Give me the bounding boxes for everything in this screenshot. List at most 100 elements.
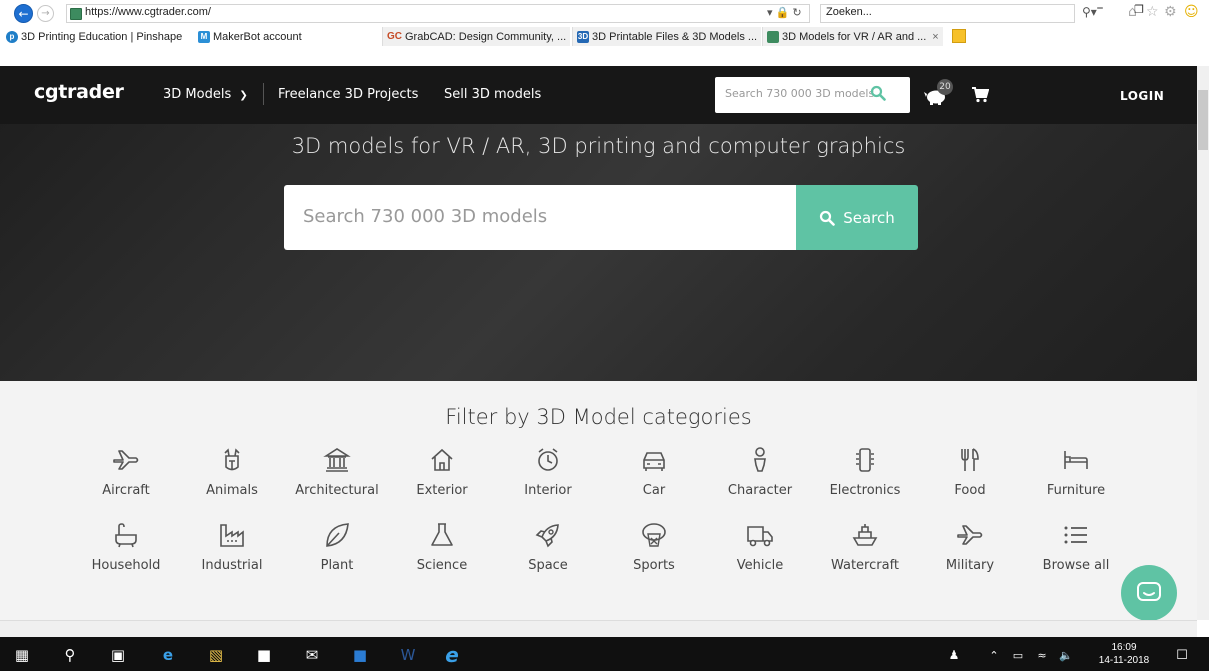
refresh-icon[interactable]: ↻ xyxy=(792,7,801,19)
url-field[interactable]: https://www.cgtrader.com/ ▾ 🔒 ↻ xyxy=(66,4,810,23)
hero: cgtrader 3D Models ❯ Freelance 3D Projec… xyxy=(0,66,1197,381)
back-button[interactable]: ← xyxy=(14,4,33,23)
space-icon xyxy=(535,524,559,548)
category-interior[interactable]: Interior xyxy=(498,445,598,498)
logo[interactable]: cgtrader xyxy=(34,81,124,103)
windows-start-icon[interactable]: ▦ xyxy=(12,645,32,665)
tab-printable-files[interactable]: 3D 3D Printable Files & 3D Models ... xyxy=(572,27,762,46)
people-icon[interactable]: ♟ xyxy=(944,645,964,665)
tab-cgtrader[interactable]: 3D Models for VR / AR and ... × xyxy=(762,27,943,46)
character-icon xyxy=(754,447,766,472)
chevron-up-icon[interactable]: ⌃ xyxy=(984,645,1004,665)
category-label: Watercraft xyxy=(830,558,900,573)
category-furniture[interactable]: Furniture xyxy=(1026,445,1126,498)
smiley-icon[interactable]: ☺ xyxy=(1184,4,1199,20)
internet-explorer-icon[interactable]: e xyxy=(442,643,462,667)
browser-chrome: ← → https://www.cgtrader.com/ ▾ 🔒 ↻ Zoek… xyxy=(0,0,1209,46)
category-household[interactable]: Household xyxy=(76,520,176,573)
gear-icon[interactable]: ⚙ xyxy=(1164,4,1177,20)
edge-icon[interactable]: e xyxy=(158,645,178,665)
search-icon[interactable]: ⚲ xyxy=(60,645,80,665)
clock[interactable]: 16:09 14-11-2018 xyxy=(1096,641,1152,667)
category-food[interactable]: Food xyxy=(920,445,1020,498)
browser-search-input[interactable]: Zoeken... xyxy=(820,4,1075,23)
sports-icon xyxy=(642,523,666,547)
category-industrial[interactable]: Industrial xyxy=(182,520,282,573)
scrollbar-thumb[interactable] xyxy=(1198,90,1208,150)
category-label: Browse all xyxy=(1042,558,1110,573)
word-icon[interactable]: W xyxy=(398,645,418,665)
grabcad-icon: GC xyxy=(387,31,402,42)
search-icon xyxy=(820,210,836,226)
hero-search-input[interactable]: Search 730 000 3D models xyxy=(284,185,796,250)
new-tab-button[interactable] xyxy=(952,29,966,43)
favorite-label: 3D Printing Education | Pinshape xyxy=(21,30,183,43)
category-label: Military xyxy=(945,558,995,573)
task-view-icon[interactable]: ▣ xyxy=(108,645,128,665)
favorite-makerbot[interactable]: M MakerBot account xyxy=(198,27,302,46)
login-link[interactable]: LOGIN xyxy=(1120,89,1164,103)
category-exterior[interactable]: Exterior xyxy=(392,445,492,498)
forward-button[interactable]: → xyxy=(37,5,54,22)
category-military[interactable]: Military xyxy=(920,520,1020,573)
tab-grabcad[interactable]: GC GrabCAD: Design Community, ... xyxy=(382,27,571,46)
category-car[interactable]: Car xyxy=(604,445,704,498)
category-label: Exterior xyxy=(416,483,468,498)
close-tab-icon[interactable]: × xyxy=(932,31,938,43)
category-electronics[interactable]: Electronics xyxy=(815,445,915,498)
category-browse-all[interactable]: Browse all xyxy=(1026,520,1126,573)
wifi-icon[interactable]: ≈ xyxy=(1032,645,1052,665)
furniture-icon xyxy=(1064,451,1088,469)
category-sports[interactable]: Sports xyxy=(604,520,704,573)
electronics-icon xyxy=(856,448,874,472)
battery-icon[interactable]: ▭ xyxy=(1008,645,1028,665)
nav-sell[interactable]: Sell 3D models xyxy=(444,87,541,102)
site-favicon-icon xyxy=(70,8,82,20)
category-label: Household xyxy=(91,558,161,573)
mail-icon[interactable]: ✉ xyxy=(302,645,322,665)
category-animals[interactable]: Animals xyxy=(182,445,282,498)
favorites-bar: p 3D Printing Education | Pinshape M Mak… xyxy=(0,27,1209,46)
minimize-icon[interactable]: – xyxy=(1089,0,1111,16)
cart-icon[interactable] xyxy=(971,87,989,103)
taskbar: ▦ ⚲ ▣ e ▧ ■ ✉ ■ W e ♟ ⌃ ▭ ≈ 🔈 ☐ xyxy=(0,637,1209,671)
category-watercraft[interactable]: Watercraft xyxy=(815,520,915,573)
tab-label: GrabCAD: Design Community, ... xyxy=(405,30,567,43)
category-space[interactable]: Space xyxy=(498,520,598,573)
industrial-icon xyxy=(220,524,244,547)
clock-time: 16:09 xyxy=(1111,642,1137,653)
tab-label: 3D Printable Files & 3D Models ... xyxy=(592,30,758,43)
chat-button[interactable] xyxy=(1121,565,1177,621)
car-icon xyxy=(643,452,665,471)
exterior-icon xyxy=(431,448,453,471)
nav-freelance[interactable]: Freelance 3D Projects xyxy=(278,87,418,102)
lock-icon[interactable]: 🔒 xyxy=(776,7,790,19)
horizontal-scrollbar[interactable] xyxy=(0,620,1197,637)
favorite-pinshape[interactable]: p 3D Printing Education | Pinshape xyxy=(6,27,182,46)
category-architectural[interactable]: Architectural xyxy=(287,445,387,498)
nav-3d-models[interactable]: 3D Models ❯ xyxy=(163,87,248,102)
category-character[interactable]: Character xyxy=(710,445,810,498)
category-science[interactable]: Science xyxy=(392,520,492,573)
category-vehicle[interactable]: Vehicle xyxy=(710,520,810,573)
hero-search-button[interactable]: Search xyxy=(796,185,918,250)
notifications-icon[interactable]: ☐ xyxy=(1172,645,1192,665)
category-label: Science xyxy=(416,558,468,573)
restore-icon[interactable]: ❐ xyxy=(1128,3,1150,16)
browser-search-placeholder: Zoeken... xyxy=(826,6,872,18)
outlook-icon[interactable]: ■ xyxy=(350,645,370,665)
watercraft-icon xyxy=(852,524,878,546)
store-icon[interactable]: ■ xyxy=(254,645,274,665)
category-plant[interactable]: Plant xyxy=(287,520,387,573)
dropdown-icon[interactable]: ▾ xyxy=(767,7,773,19)
chat-icon xyxy=(1137,582,1161,601)
file-explorer-icon[interactable]: ▧ xyxy=(206,645,226,665)
page: cgtrader 3D Models ❯ Freelance 3D Projec… xyxy=(0,66,1197,620)
search-icon[interactable] xyxy=(870,85,886,101)
vehicle-icon xyxy=(747,526,773,547)
category-label: Vehicle xyxy=(736,558,784,573)
speaker-icon[interactable]: 🔈 xyxy=(1056,645,1076,665)
categories-title: Filter by 3D Model categories xyxy=(445,405,752,429)
category-aircraft[interactable]: Aircraft xyxy=(76,445,176,498)
category-label: Architectural xyxy=(295,483,379,498)
